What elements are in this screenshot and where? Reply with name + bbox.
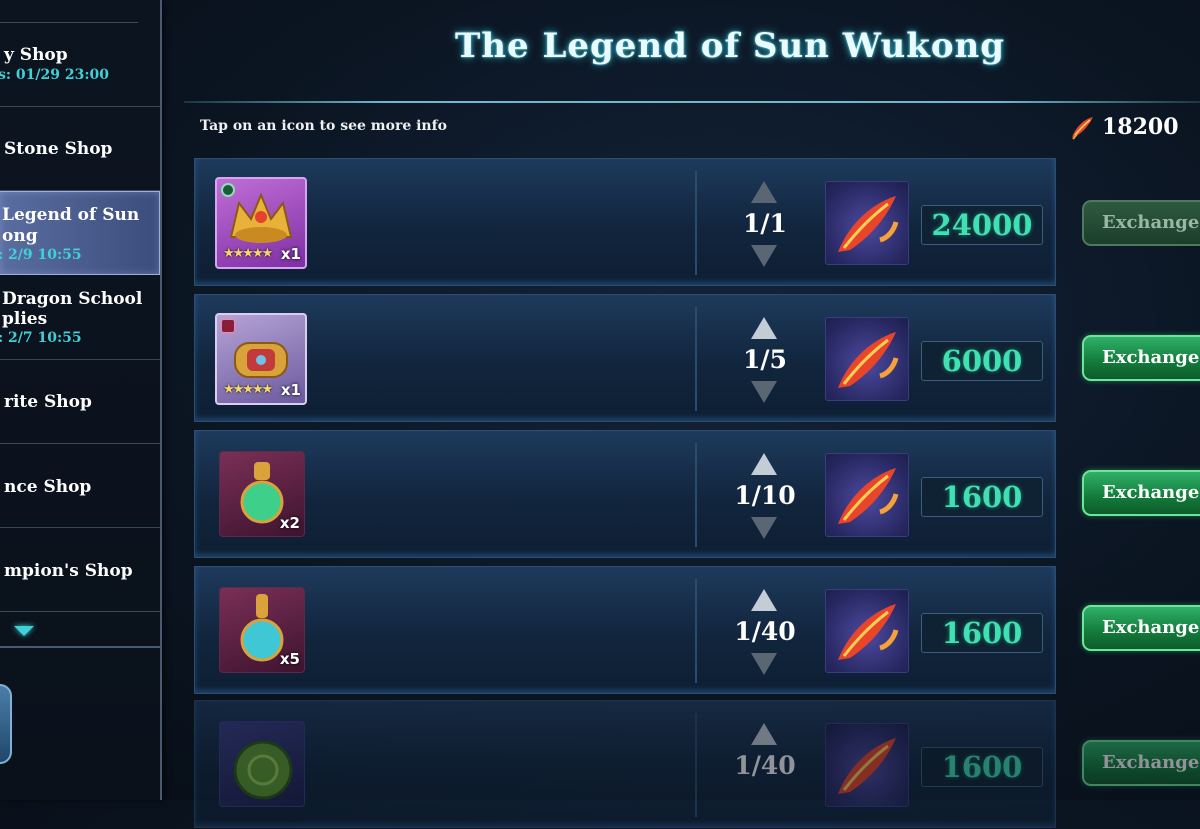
title-divider [184, 101, 1200, 103]
sidebar-item-label: nce Shop [4, 477, 92, 497]
phoenix-feather-icon [825, 181, 909, 265]
row-divider [695, 171, 697, 275]
exchange-button[interactable]: Exchange [1082, 470, 1200, 516]
sidebar-item-dragon-school-supplies[interactable]: Dragon School plies : 2/7 10:55 [0, 276, 160, 360]
shop-sidebar: y Shop s: 01/29 23:00 Stone Shop Legend … [0, 0, 162, 800]
increase-arrow-icon[interactable] [751, 723, 777, 745]
quantity-stepper: 1/40 [725, 701, 805, 829]
sidebar-item-label: rite Shop [4, 392, 92, 412]
increase-arrow-icon[interactable] [751, 317, 777, 339]
chevron-down-icon[interactable] [14, 626, 34, 636]
price-value: 1600 [921, 613, 1043, 653]
rarity-stars: ★★★★★ [223, 382, 273, 397]
sidebar-item-favorite-shop[interactable]: rite Shop [0, 360, 160, 444]
shop-row: x5 1/40 1600 [194, 566, 1056, 694]
sidebar-item-legend-of-sun-wukong[interactable]: Legend of Sun ong : 2/9 10:55 [0, 191, 160, 275]
shop-row: x2 1/10 1600 [194, 430, 1056, 558]
item-quantity: x2 [279, 514, 300, 532]
phoenix-feather-icon [825, 589, 909, 673]
sidebar-item-timer: s: 01/29 23:00 [0, 67, 110, 83]
sidebar-item-champions-shop[interactable]: mpion's Shop [0, 528, 160, 612]
info-hint: Tap on an icon to see more info [200, 118, 447, 134]
sidebar-item-timer: : 2/9 10:55 [0, 247, 82, 263]
row-divider [695, 579, 697, 683]
sidebar-item-label: Dragon School [2, 289, 143, 309]
sidebar-item-label-line2: plies [2, 309, 48, 329]
exchange-button[interactable]: Exchange [1082, 200, 1200, 246]
item-quantity: x1 [280, 245, 301, 263]
price-value: 1600 [921, 477, 1043, 517]
decrease-arrow-icon[interactable] [751, 245, 777, 267]
increase-arrow-icon[interactable] [751, 589, 777, 611]
decrease-arrow-icon[interactable] [751, 653, 777, 675]
purchase-count: 1/10 [734, 481, 796, 510]
row-divider [695, 307, 697, 411]
purchase-count: 1/40 [734, 617, 796, 646]
currency-display: 18200 [1068, 113, 1179, 141]
decrease-arrow-icon[interactable] [751, 381, 777, 403]
page-title: The Legend of Sun Wukong [455, 26, 1005, 66]
price-value: 1600 [921, 747, 1043, 787]
green-medallion-icon[interactable] [219, 721, 305, 807]
green-potion-flask-icon[interactable]: x2 [219, 451, 305, 537]
row-divider [695, 443, 697, 547]
sidebar-item-label: y Shop [4, 45, 68, 65]
item-quantity: x1 [280, 381, 301, 399]
quantity-stepper: 1/1 [725, 159, 805, 287]
shop-row: ★★★★★ x1 1/5 6000 [194, 294, 1056, 422]
phoenix-feather-icon [825, 453, 909, 537]
sidebar-item-stone-shop[interactable]: Stone Shop [0, 107, 160, 191]
sidebar-item-daily-shop[interactable]: y Shop s: 01/29 23:00 [0, 23, 160, 107]
purchase-count: 1/5 [743, 345, 787, 374]
sidebar-item-label-line2: ong [2, 226, 38, 246]
item-quantity: x5 [279, 650, 300, 668]
sidebar-divider [0, 646, 160, 648]
phoenix-feather-icon [1072, 117, 1093, 140]
purchase-count: 1/40 [734, 751, 796, 780]
quantity-stepper: 1/5 [725, 295, 805, 423]
sidebar-item-alliance-shop[interactable]: nce Shop [0, 444, 160, 528]
shop-row: ★★★★★ x1 1/1 24000 [194, 158, 1056, 286]
row-divider [695, 713, 697, 817]
exchange-button[interactable]: Exchange [1082, 605, 1200, 651]
side-menu-button[interactable] [0, 684, 12, 764]
phoenix-feather-icon [825, 723, 909, 807]
sidebar-item-timer: : 2/7 10:55 [0, 330, 82, 346]
decrease-arrow-icon[interactable] [751, 517, 777, 539]
quantity-stepper: 1/10 [725, 431, 805, 559]
ornate-treasure-icon[interactable]: ★★★★★ x1 [215, 313, 307, 405]
purchase-count: 1/1 [743, 209, 787, 238]
sidebar-item-label: Legend of Sun [2, 205, 140, 225]
exchange-button[interactable]: Exchange [1082, 335, 1200, 381]
increase-arrow-icon[interactable] [751, 181, 777, 203]
rarity-stars: ★★★★★ [223, 246, 273, 261]
phoenix-feather-icon [825, 317, 909, 401]
increase-arrow-icon[interactable] [751, 453, 777, 475]
quantity-stepper: 1/40 [725, 567, 805, 695]
sidebar-item-label: Stone Shop [4, 139, 113, 159]
golden-crown-icon[interactable]: ★★★★★ x1 [215, 177, 307, 269]
shop-row: 1/40 1600 [194, 700, 1056, 828]
price-value: 6000 [921, 341, 1043, 381]
sidebar-item-label: mpion's Shop [4, 561, 133, 581]
currency-amount: 18200 [1102, 114, 1179, 140]
blue-potion-flask-icon[interactable]: x5 [219, 587, 305, 673]
exchange-button[interactable]: Exchange [1082, 740, 1200, 786]
price-value: 24000 [921, 205, 1043, 245]
